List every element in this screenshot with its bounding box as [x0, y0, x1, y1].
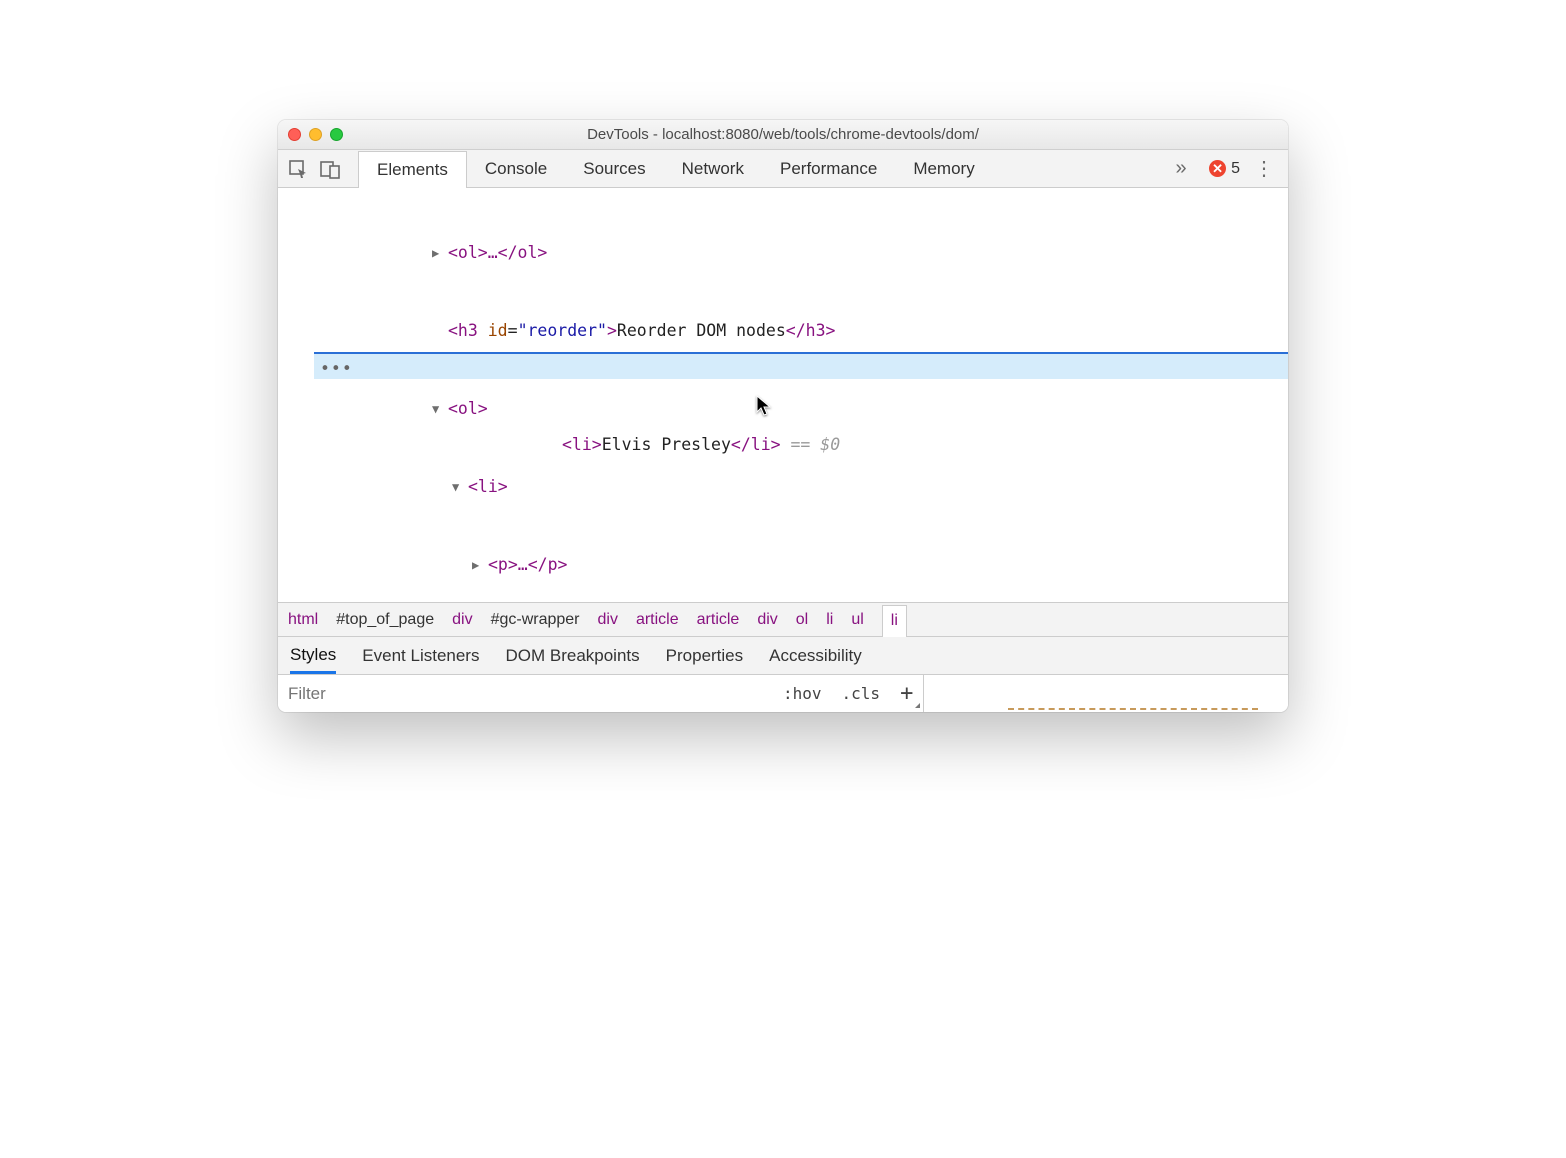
sidebar-tabs: Styles Event Listeners DOM Breakpoints P… — [278, 636, 1288, 674]
devtools-window: DevTools - localhost:8080/web/tools/chro… — [278, 120, 1288, 712]
crumb[interactable]: article — [697, 611, 740, 629]
crumb[interactable]: ol — [796, 611, 808, 629]
error-count: 5 — [1231, 160, 1240, 178]
dom-tree[interactable]: <ol>…</ol> <h3 id="reorder">Reorder DOM … — [278, 188, 1288, 602]
new-style-rule-button[interactable]: + — [890, 675, 923, 712]
dom-node[interactable]: <h3 id="reorder">Reorder DOM nodes</h3> — [278, 318, 1288, 344]
more-tabs-icon[interactable]: » — [1167, 155, 1195, 183]
titlebar[interactable]: DevTools - localhost:8080/web/tools/chro… — [278, 120, 1288, 150]
minimize-window-icon[interactable] — [309, 128, 322, 141]
styles-filter-input[interactable] — [278, 675, 773, 712]
error-badge[interactable]: ✕ 5 — [1209, 160, 1240, 178]
tab-sources[interactable]: Sources — [565, 150, 663, 187]
drag-ghost-node: <li>Elvis Presley</li> == $0 — [314, 432, 1288, 457]
tab-accessibility[interactable]: Accessibility — [769, 646, 862, 666]
style-toggle-group: :hov .cls + — [773, 675, 924, 712]
breadcrumb[interactable]: html #top_of_page div #gc-wrapper div ar… — [278, 602, 1288, 636]
inspect-element-icon[interactable] — [284, 155, 312, 183]
styles-toolbar: :hov .cls + — [278, 674, 1288, 712]
dom-node[interactable]: <p>…</p> — [488, 555, 567, 574]
dom-node[interactable]: <ol>…</ol> — [448, 243, 547, 262]
crumb[interactable]: div — [452, 611, 472, 629]
close-window-icon[interactable] — [288, 128, 301, 141]
styles-pane — [924, 675, 1288, 712]
window-title: DevTools - localhost:8080/web/tools/chro… — [587, 126, 979, 143]
collapse-arrow-icon[interactable] — [472, 552, 484, 578]
traffic-lights — [288, 128, 343, 141]
collapse-arrow-icon[interactable] — [432, 240, 444, 266]
crumb[interactable]: article — [636, 611, 679, 629]
crumb[interactable]: #gc-wrapper — [491, 611, 580, 629]
error-icon: ✕ — [1209, 160, 1226, 177]
tab-dom-breakpoints[interactable]: DOM Breakpoints — [505, 646, 639, 666]
crumb[interactable]: html — [288, 611, 318, 629]
tab-elements[interactable]: Elements — [358, 151, 467, 188]
crumb-selected[interactable]: li — [882, 605, 907, 637]
tab-memory[interactable]: Memory — [895, 150, 992, 187]
tab-console[interactable]: Console — [467, 150, 565, 187]
zoom-window-icon[interactable] — [330, 128, 343, 141]
tab-performance[interactable]: Performance — [762, 150, 895, 187]
crumb[interactable]: ul — [851, 611, 863, 629]
device-toolbar-icon[interactable] — [316, 155, 344, 183]
panel-tabs: Elements Console Sources Network Perform… — [358, 150, 993, 187]
tab-event-listeners[interactable]: Event Listeners — [362, 646, 479, 666]
drag-drop-indicator: ••• <li>Elvis Presley</li> == $0 — [314, 352, 1288, 379]
crumb[interactable]: div — [598, 611, 618, 629]
crumb[interactable]: div — [757, 611, 777, 629]
cls-toggle-button[interactable]: .cls — [832, 675, 891, 712]
main-toolbar: Elements Console Sources Network Perform… — [278, 150, 1288, 188]
box-model-preview — [1008, 708, 1258, 712]
tab-network[interactable]: Network — [664, 150, 762, 187]
crumb[interactable]: li — [826, 611, 833, 629]
tab-styles[interactable]: Styles — [290, 645, 336, 674]
crumb[interactable]: #top_of_page — [336, 611, 434, 629]
hov-toggle-button[interactable]: :hov — [773, 675, 832, 712]
kebab-menu-icon[interactable]: ⋮ — [1254, 159, 1274, 179]
tab-properties[interactable]: Properties — [666, 646, 743, 666]
row-actions-icon: ••• — [320, 356, 353, 382]
toolbar-right: » ✕ 5 ⋮ — [1167, 155, 1282, 183]
